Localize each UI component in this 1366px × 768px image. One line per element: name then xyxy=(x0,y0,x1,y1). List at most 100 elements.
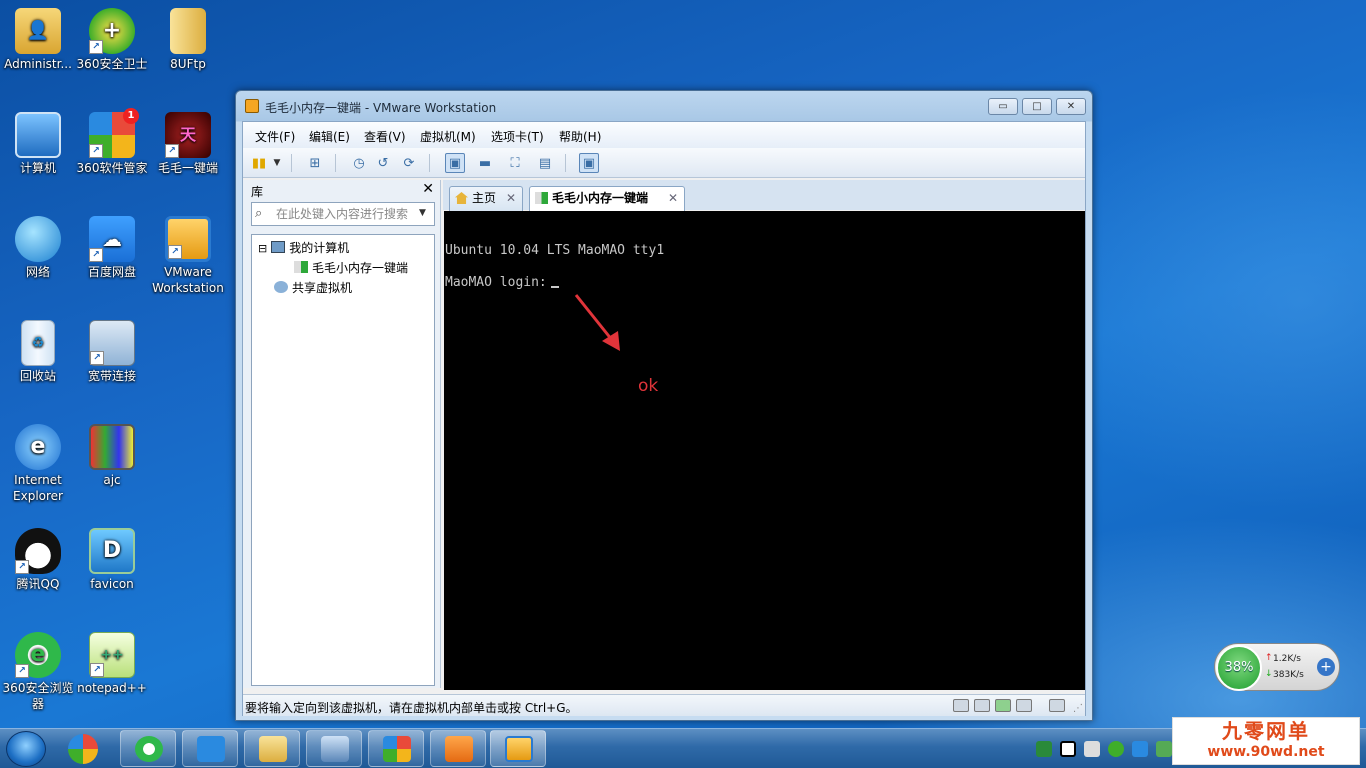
toolbar-separator xyxy=(291,154,292,172)
tab-home[interactable]: 主页 ✕ xyxy=(449,186,523,211)
desktop-icon-favicon[interactable]: D favicon xyxy=(74,528,150,592)
start-button[interactable] xyxy=(6,731,46,767)
taskbar-vmware[interactable] xyxy=(490,730,546,767)
title-bar[interactable]: 毛毛小内存一键端 - VMware Workstation ▭ □ ✕ xyxy=(236,91,1092,121)
desktop-icon-ajc[interactable]: ajc xyxy=(74,424,150,488)
taskbar-media-player[interactable] xyxy=(430,730,486,767)
minimize-button[interactable]: ▭ xyxy=(988,98,1018,115)
vmware-window: 毛毛小内存一键端 - VMware Workstation ▭ □ ✕ 文件(F… xyxy=(235,90,1093,721)
close-button[interactable]: ✕ xyxy=(1056,98,1086,115)
tree-item-vm[interactable]: 毛毛小内存一键端 xyxy=(294,259,408,276)
accelerate-button[interactable]: + xyxy=(1317,658,1335,676)
shortcut-arrow-icon: ↗ xyxy=(89,144,103,158)
menu-vm[interactable]: 虚拟机(M) xyxy=(420,128,476,145)
taskbar-360-software[interactable] xyxy=(368,730,424,767)
chevron-down-icon[interactable]: ▼ xyxy=(271,153,283,173)
menu-file[interactable]: 文件(F) xyxy=(255,128,295,145)
menu-view[interactable]: 查看(V) xyxy=(364,128,406,145)
vm-console[interactable]: Ubuntu 10.04 LTS MaoMAO tty1 MaoMAO logi… xyxy=(444,211,1085,690)
internet-explorer-icon: e xyxy=(15,424,61,470)
memory-usage-percent: 38% xyxy=(1216,645,1262,691)
toolbar-separator xyxy=(429,154,430,172)
snapshot-manager-icon[interactable]: ⟳ xyxy=(399,153,419,173)
usb-device-icon[interactable] xyxy=(1016,699,1032,712)
desktop-icon-network[interactable]: 网络 xyxy=(0,216,76,280)
jpeg-file-icon xyxy=(89,424,135,470)
menu-help[interactable]: 帮助(H) xyxy=(559,128,601,145)
text-cursor xyxy=(550,286,559,288)
tray-app-icon[interactable] xyxy=(1156,741,1172,757)
console-view-icon[interactable]: ▣ xyxy=(579,153,599,173)
maomao-app-icon: 天 ↗ xyxy=(165,112,211,158)
desktop-icon-notepadpp[interactable]: ++ ↗ notepad++ xyxy=(74,632,150,696)
show-library-icon[interactable]: ▣ xyxy=(445,153,465,173)
shared-vm-icon xyxy=(274,281,288,293)
taskbar-baidu-netdisk[interactable] xyxy=(182,730,238,767)
tray-app-icon[interactable] xyxy=(1108,741,1124,757)
desktop-icon-recycle-bin[interactable]: ♻ 回收站 xyxy=(0,320,76,384)
vm-running-icon xyxy=(294,261,308,273)
tray-app-icon[interactable] xyxy=(1060,741,1076,757)
menu-tabs[interactable]: 选项卡(T) xyxy=(491,128,544,145)
power-pause-icon[interactable]: ▮▮ xyxy=(249,153,269,173)
desktop-icon-vmware[interactable]: ↗ VMware Workstation xyxy=(150,216,226,296)
tab-vm[interactable]: 毛毛小内存一键端 ✕ xyxy=(529,186,685,211)
menu-edit[interactable]: 编辑(E) xyxy=(309,128,350,145)
library-search-input[interactable]: 在此处键入内容进行搜索 xyxy=(251,202,435,226)
expander-icon[interactable]: ⊟ xyxy=(258,242,267,255)
network-globe-icon xyxy=(15,216,61,262)
360-software-manager-icon: 1 ↗ xyxy=(89,108,139,158)
desktop-icon-computer[interactable]: 计算机 xyxy=(0,112,76,176)
console-line: Ubuntu 10.04 LTS MaoMAO tty1 xyxy=(445,243,665,258)
desktop-icon-broadband[interactable]: ↗ 宽带连接 xyxy=(74,320,150,384)
window-client-area: 文件(F) 编辑(E) 查看(V) 虚拟机(M) 选项卡(T) 帮助(H) ▮▮… xyxy=(242,121,1086,716)
desktop-icon-360-browser[interactable]: e ↗ 360安全浏览器 xyxy=(0,632,76,712)
taskbar-network[interactable] xyxy=(306,730,362,767)
hard-disk-icon[interactable] xyxy=(953,699,969,712)
network-adapter-icon[interactable] xyxy=(995,699,1011,712)
taskbar-explorer[interactable] xyxy=(244,730,300,767)
tray-app-icon[interactable] xyxy=(1084,741,1100,757)
full-screen-icon[interactable]: ⛶ xyxy=(505,153,525,173)
tree-item-my-computer[interactable]: ⊟ 我的计算机 xyxy=(258,239,349,256)
revert-snapshot-icon[interactable]: ↺ xyxy=(373,153,393,173)
network-monitor-widget[interactable]: 38% ↑ 1.2K/s ↓ 383K/s + xyxy=(1214,643,1340,691)
desktop-icon-baidu-netdisk[interactable]: ☁ ↗ 百度网盘 xyxy=(74,216,150,280)
toolbar: ▮▮ ▼ ⊞ ◷ ↺ ⟳ ▣ ▬ ⛶ ▤ ▣ xyxy=(243,148,1085,178)
cd-drive-icon[interactable] xyxy=(974,699,990,712)
desktop-icon-maomao[interactable]: 天 ↗ 毛毛一键端 xyxy=(150,112,226,176)
maximize-button[interactable]: □ xyxy=(1022,98,1052,115)
desktop-icon-administrator[interactable]: 👤 Administr... xyxy=(0,8,76,72)
library-close-icon[interactable]: ✕ xyxy=(422,181,434,197)
message-log-icon[interactable] xyxy=(1049,699,1065,712)
tab-close-icon[interactable]: ✕ xyxy=(506,187,516,209)
annotation-ok: ok xyxy=(638,376,659,396)
desktop-icon-360-software[interactable]: 1 ↗ 360软件管家 xyxy=(74,108,150,176)
360-browser-icon: e ↗ xyxy=(15,632,61,678)
tab-close-icon[interactable]: ✕ xyxy=(668,187,678,209)
tree-item-shared-vms[interactable]: 共享虚拟机 xyxy=(274,279,352,296)
desktop-icon-qq[interactable]: ↗ 腾讯QQ xyxy=(0,528,76,592)
unity-icon[interactable]: ▤ xyxy=(535,153,555,173)
toolbar-separator xyxy=(565,154,566,172)
360-browser-icon xyxy=(135,736,163,762)
upload-arrow-icon: ↑ xyxy=(1265,653,1273,663)
send-ctrl-alt-del-icon[interactable]: ⊞ xyxy=(305,153,325,173)
desktop-icon-internet-explorer[interactable]: e Internet Explorer xyxy=(0,424,76,504)
thumbnail-bar-icon[interactable]: ▬ xyxy=(475,153,495,173)
desktop: 👤 Administr... 计算机 网络 ♻ 回收站 e Internet E… xyxy=(0,0,1366,728)
folder-icon xyxy=(259,736,287,762)
recycle-bin-icon: ♻ xyxy=(21,320,55,366)
tray-app-icon[interactable] xyxy=(1132,741,1148,757)
vmware-icon: ↗ xyxy=(165,216,211,262)
library-tree: ⊟ 我的计算机 毛毛小内存一键端 共享虚拟机 xyxy=(251,234,435,686)
desktop-icon-360-safe[interactable]: + ↗ 360安全卫士 xyxy=(74,8,150,72)
360-software-manager-icon xyxy=(383,736,411,762)
snapshot-icon[interactable]: ◷ xyxy=(349,153,369,173)
tray-app-icon[interactable] xyxy=(1036,741,1052,757)
chevron-down-icon[interactable]: ▼ xyxy=(419,208,426,218)
taskbar-360-icon[interactable] xyxy=(68,734,98,764)
desktop-icon-8uftp[interactable]: 8UFtp xyxy=(150,8,226,72)
taskbar-360-browser[interactable] xyxy=(120,730,176,767)
resize-grip-icon[interactable]: ⋰ xyxy=(1073,703,1083,714)
